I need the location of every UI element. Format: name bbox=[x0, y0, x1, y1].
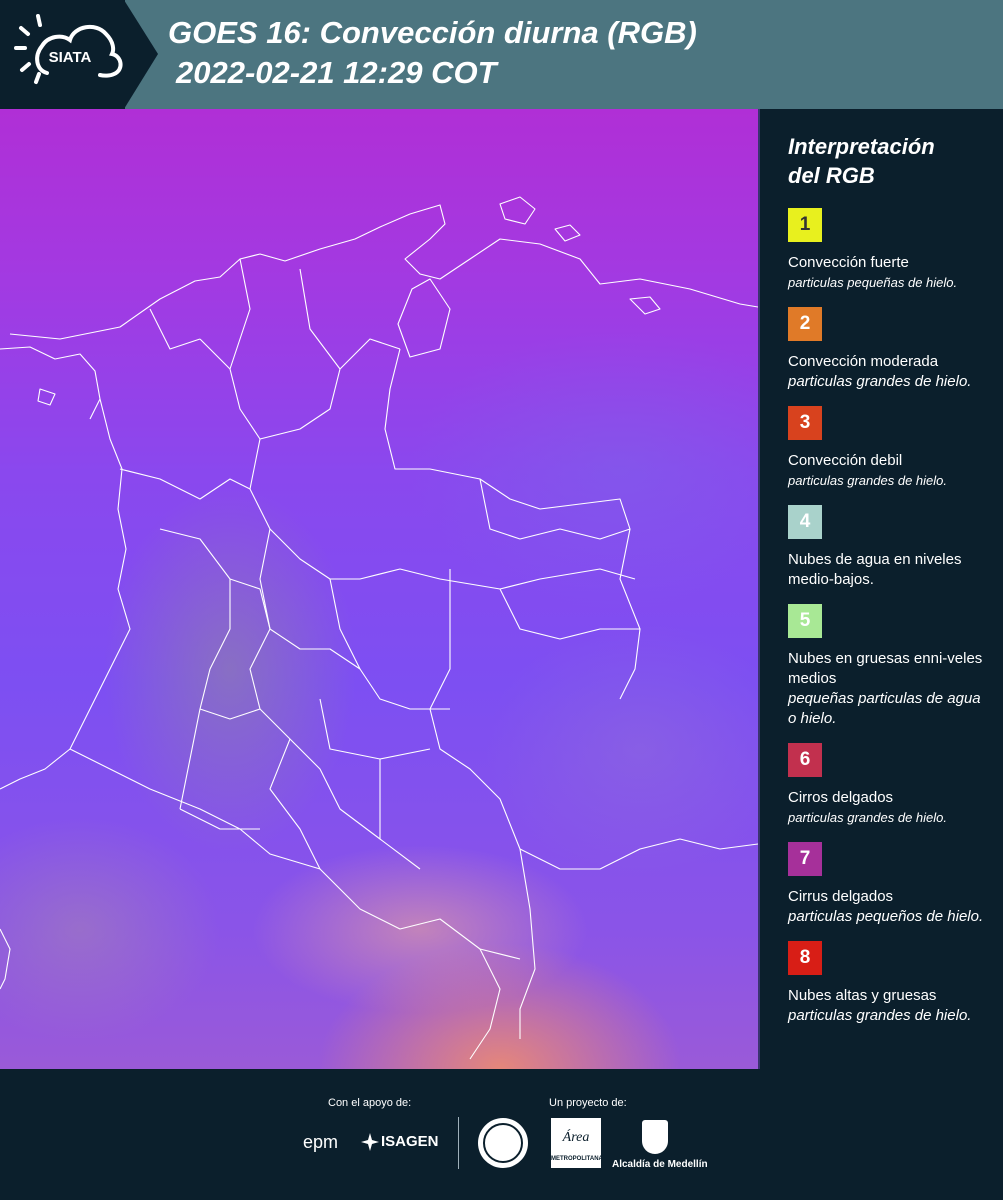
header-chevron bbox=[124, 0, 158, 109]
legend-title-line1: Interpretación bbox=[788, 134, 935, 159]
legend-label-6: Cirros delgados bbox=[788, 789, 894, 806]
legend-swatch-8: 8 bbox=[788, 941, 822, 975]
legend-title-line2: del RGB bbox=[788, 163, 875, 188]
legend-item-4: 4 Nubes de agua en niveles medio-bajos. bbox=[788, 505, 993, 590]
legend-label-4: Nubes de agua en niveles medio-bajos. bbox=[788, 551, 962, 588]
logo-text: SIATA bbox=[49, 49, 92, 66]
legend-desc-8: particulas grandes de hielo. bbox=[788, 1007, 972, 1024]
rgb-legend: Interpretación del RGB 1 Convección fuer… bbox=[788, 132, 993, 1040]
legend-swatch-2: 2 bbox=[788, 307, 822, 341]
legend-item-2: 2 Convección moderada particulas grandes… bbox=[788, 307, 993, 392]
support-label: Con el apoyo de: bbox=[328, 1097, 412, 1109]
legend-desc-1: particulas pequeñas de hielo. bbox=[788, 275, 958, 290]
alcaldia-name: Alcaldía de Medellín bbox=[612, 1159, 708, 1170]
legend-label-3: Convección debil bbox=[788, 452, 903, 469]
legend-label-1: Convección fuerte bbox=[788, 254, 909, 271]
legend-item-7: 7 Cirrus delgados particulas pequeños de… bbox=[788, 842, 993, 927]
isagen-star-icon bbox=[361, 1133, 379, 1151]
legend-label-8: Nubes altas y gruesas bbox=[788, 987, 937, 1004]
legend-item-1: 1 Convección fuerte particulas pequeñas … bbox=[788, 208, 993, 293]
legend-label-5: Nubes en gruesas enni-veles medios bbox=[788, 650, 983, 687]
legend-swatch-3: 3 bbox=[788, 406, 822, 440]
page-timestamp: 2022-02-21 12:29 COT bbox=[176, 55, 497, 90]
legend-item-3: 3 Convección debil particulas grandes de… bbox=[788, 406, 993, 491]
legend-label-2: Convección moderada bbox=[788, 353, 939, 370]
legend-desc-3: particulas grandes de hielo. bbox=[788, 473, 947, 488]
footer-divider bbox=[458, 1117, 459, 1169]
metro-name: METROPOLITANA bbox=[551, 1156, 603, 1162]
epm-logo: epm bbox=[303, 1132, 339, 1152]
legend-desc-7: particulas pequeños de hielo. bbox=[788, 908, 984, 925]
header-bar: SIATA GOES 16: Convección diurna (RGB) 2… bbox=[0, 0, 1003, 109]
legend-item-5: 5 Nubes en gruesas enni-veles medios peq… bbox=[788, 604, 993, 729]
legend-item-6: 6 Cirros delgados particulas grandes de … bbox=[788, 743, 993, 828]
area-metropolitana-logo: Área METROPOLITANA bbox=[551, 1118, 603, 1168]
legend-swatch-6: 6 bbox=[788, 743, 822, 777]
project-label: Un proyecto de: bbox=[549, 1097, 627, 1109]
siata-logo: SIATA bbox=[14, 14, 123, 84]
legend-swatch-7: 7 bbox=[788, 842, 822, 876]
country-borders bbox=[0, 196, 758, 1060]
isagen-logo: ISAGEN bbox=[381, 1133, 439, 1150]
legend-title: Interpretación del RGB bbox=[788, 132, 993, 190]
legend-swatch-4: 4 bbox=[788, 505, 822, 539]
legend-label-7: Cirrus delgados bbox=[788, 888, 894, 905]
legend-desc-2: particulas grandes de hielo. bbox=[788, 373, 972, 390]
alcaldia-crest-icon bbox=[642, 1120, 668, 1154]
satellite-image bbox=[0, 109, 760, 1069]
page-title: GOES 16: Convección diurna (RGB) bbox=[168, 15, 697, 50]
legend-swatch-1: 1 bbox=[788, 208, 822, 242]
municipal-seal-icon bbox=[478, 1118, 528, 1168]
legend-desc-6: particulas grandes de hielo. bbox=[788, 810, 947, 825]
legend-item-8: 8 Nubes altas y gruesas particulas grand… bbox=[788, 941, 993, 1026]
legend-swatch-5: 5 bbox=[788, 604, 822, 638]
metro-brand: Área bbox=[562, 1130, 590, 1145]
legend-desc-5: pequeñas particulas de agua o hielo. bbox=[788, 690, 981, 727]
